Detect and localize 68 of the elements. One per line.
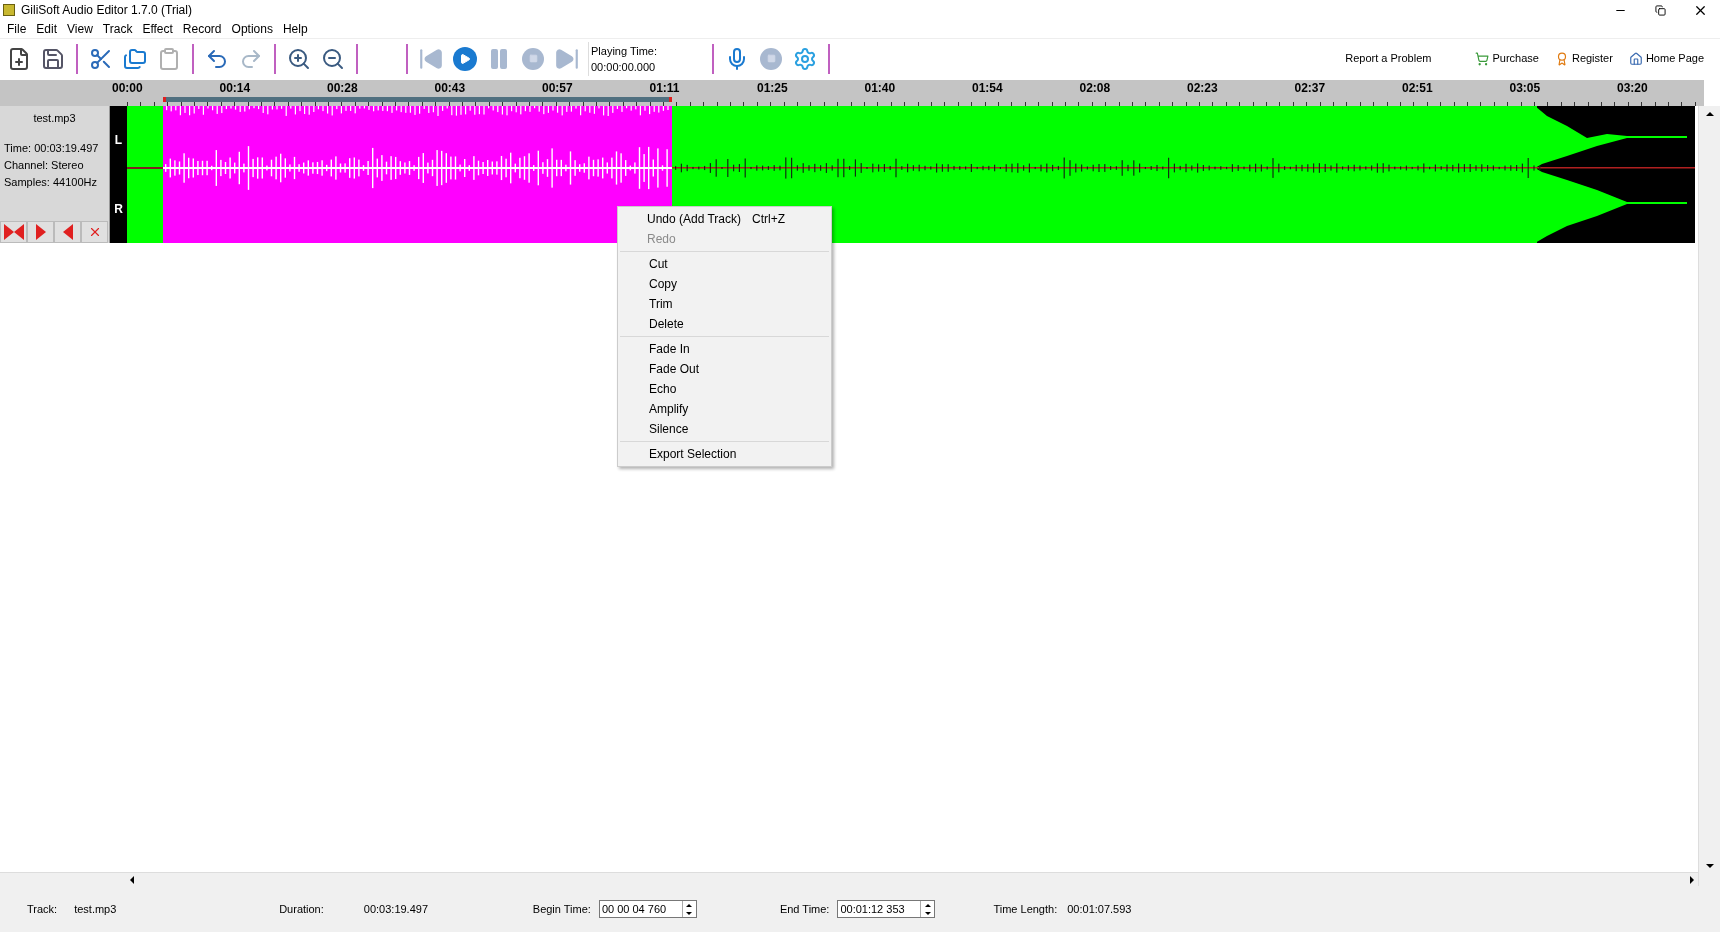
menu-item[interactable]: View	[62, 20, 98, 38]
ruler-label: 02:23	[1187, 80, 1219, 97]
ruler-label: 01:25	[757, 80, 789, 97]
bowtie-icon[interactable]	[0, 221, 27, 243]
ruler-label: 00:14	[219, 80, 252, 97]
toolbar-link[interactable]: Report a Problem	[1345, 50, 1432, 67]
menu-item[interactable]: Help	[277, 20, 313, 38]
ruler-label: 03:20	[1617, 80, 1649, 97]
play-icon[interactable]	[27, 221, 54, 243]
track-info: Channel: Stereo	[4, 157, 85, 172]
time-length-value: 00:01:07.593	[1067, 901, 1132, 917]
playing-time-value: 00:00:00.000	[591, 59, 657, 75]
duration-label: Duration:	[279, 901, 324, 917]
back-icon[interactable]	[54, 221, 81, 243]
window-title: GiliSoft Audio Editor 1.7.0 (Trial)	[21, 2, 192, 19]
home-icon	[1628, 51, 1643, 66]
ruler-label: 01:40	[864, 80, 897, 97]
ruler-label: 00:43	[434, 80, 467, 97]
app-icon	[3, 4, 15, 16]
menu-option[interactable]: Copy	[620, 274, 829, 294]
begin-time-field[interactable]: 00 00 04 760	[598, 900, 697, 918]
ruler-label: 02:51	[1402, 80, 1434, 97]
begin-time-label: Begin Time:	[532, 901, 591, 917]
menu-option[interactable]: Delete	[620, 314, 829, 334]
menu-option[interactable]: Trim	[620, 294, 829, 314]
track-name: test.mp3	[32, 111, 77, 126]
end-time-label: End Time:	[779, 901, 830, 917]
menu-option[interactable]: Cut	[620, 254, 829, 274]
ruler-label: 00:00	[112, 80, 144, 97]
ruler-label: 02:37	[1294, 80, 1327, 97]
menu-option[interactable]: Fade Out	[620, 359, 829, 379]
time-length-label: Time Length:	[993, 901, 1058, 917]
menu-item[interactable]: Options	[226, 20, 278, 38]
menu-item[interactable]: Track	[97, 20, 138, 38]
ruler-label: 03:05	[1509, 80, 1542, 97]
ruler-label: 01:54	[972, 80, 1004, 97]
playing-time-label: Playing Time:	[591, 43, 659, 59]
waveform[interactable]	[127, 106, 1695, 243]
toolbar-link[interactable]: Purchase	[1475, 50, 1539, 67]
track-info: Samples: 44100Hz	[4, 174, 98, 189]
menu-item[interactable]: File	[2, 20, 32, 38]
menu-option[interactable]: Amplify	[620, 399, 829, 419]
track-value: test.mp3	[74, 901, 118, 917]
scroll-down-icon[interactable]	[1705, 864, 1714, 868]
cart-icon	[1475, 51, 1490, 66]
end-time-field[interactable]: 00:01:12 353	[837, 900, 936, 918]
scroll-up-icon[interactable]	[1705, 112, 1714, 116]
restore-icon[interactable]	[1654, 4, 1666, 16]
ruler-label: 00:28	[327, 80, 359, 97]
toolbar-link[interactable]: Home Page	[1628, 50, 1704, 67]
timeline-ruler[interactable]: 00:00 00:14 00:28 00:43 00:57 01:11 01:25 01:40 01:54 02:08 02:23 02:37 02:51 03:05 03:20	[0, 80, 1704, 106]
menu-option[interactable]: Undo (Add Track) Ctrl+Z	[618, 209, 831, 229]
toolbar-link[interactable]: Register	[1554, 50, 1613, 67]
track-label: Track:	[27, 901, 58, 917]
menu-item[interactable]: Effect	[137, 20, 178, 38]
channel-label: L	[114, 132, 123, 150]
ruler-label: 02:08	[1079, 80, 1112, 97]
ruler-label: 01:11	[649, 80, 681, 97]
menu-option[interactable]: Fade In	[620, 339, 829, 359]
menu-option[interactable]: Export Selection	[620, 444, 829, 464]
menu-item[interactable]: Edit	[31, 20, 63, 38]
menu-option[interactable]: Silence	[620, 419, 829, 439]
ruler-label: 00:57	[542, 80, 574, 97]
duration-value: 00:03:19.497	[363, 901, 430, 917]
menu-option[interactable]: Echo	[620, 379, 829, 399]
channel-label: R	[114, 200, 123, 218]
track-info: Time: 00:03:19.497	[4, 140, 100, 155]
menu-item[interactable]: Record	[177, 20, 227, 38]
